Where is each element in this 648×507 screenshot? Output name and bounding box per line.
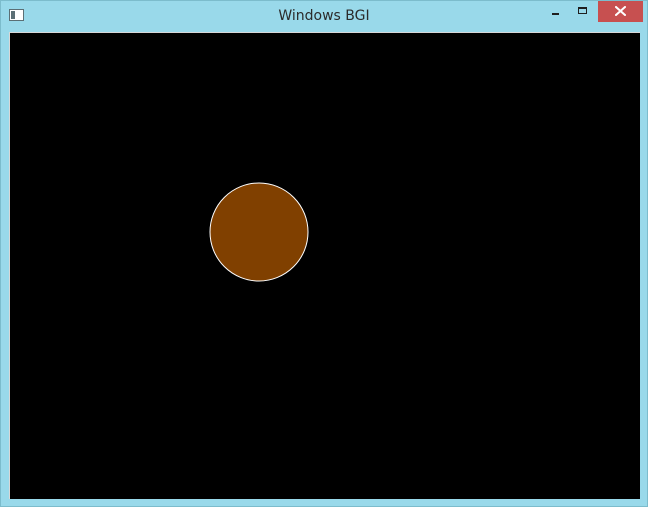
close-icon	[615, 6, 626, 16]
minimize-button[interactable]	[539, 1, 569, 22]
title-bar[interactable]: Windows BGI	[1, 1, 647, 31]
bgi-window: Windows BGI	[0, 0, 648, 507]
canvas-drawing	[209, 182, 309, 282]
maximize-button[interactable]	[569, 1, 597, 22]
graphics-canvas[interactable]	[9, 32, 640, 499]
circle-shape	[209, 182, 309, 282]
close-button[interactable]	[598, 1, 643, 22]
